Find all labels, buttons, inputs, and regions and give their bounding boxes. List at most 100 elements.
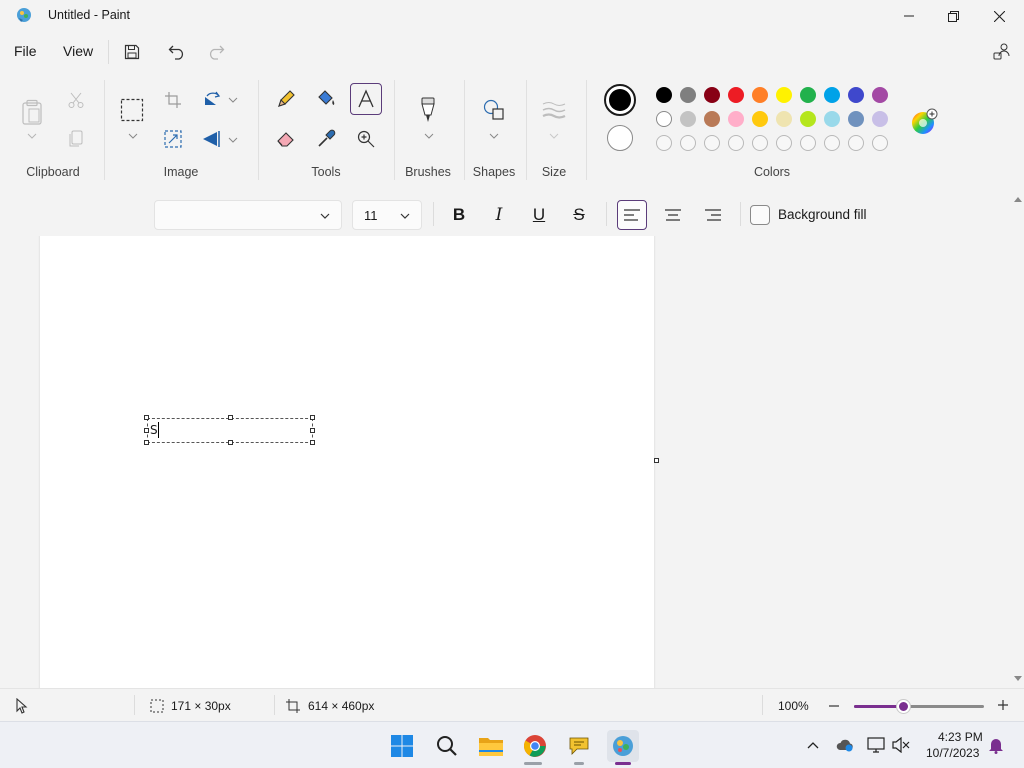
menu-file[interactable]: File [14, 43, 37, 59]
align-left-button[interactable] [617, 200, 647, 230]
vertical-scrollbar[interactable] [1012, 192, 1024, 688]
secondary-color-swatch[interactable] [607, 125, 633, 151]
network-button[interactable] [867, 736, 885, 754]
bold-button[interactable]: B [444, 200, 474, 230]
drawing-canvas[interactable]: S [40, 236, 654, 688]
resize-handle[interactable] [144, 415, 149, 420]
fill-tool[interactable] [314, 87, 338, 111]
shapes-button[interactable] [482, 98, 506, 122]
toolbar-divider [433, 202, 434, 226]
volume-button[interactable] [892, 736, 910, 754]
italic-button[interactable]: I [484, 200, 514, 230]
paint-taskbar-button[interactable] [607, 730, 639, 762]
start-button[interactable] [386, 730, 418, 762]
zoom-out-icon[interactable] [828, 701, 840, 711]
color-swatch[interactable] [680, 87, 696, 103]
color-swatch[interactable] [752, 87, 768, 103]
custom-color-slot[interactable] [824, 135, 840, 151]
undo-button[interactable] [165, 40, 189, 64]
custom-color-slot[interactable] [704, 135, 720, 151]
rotate-button[interactable] [200, 87, 224, 111]
resize-handle[interactable] [144, 428, 149, 433]
custom-color-slot[interactable] [680, 135, 696, 151]
zoom-level[interactable]: 100% [778, 699, 809, 713]
color-swatch[interactable] [752, 111, 768, 127]
select-button[interactable] [120, 98, 144, 122]
custom-color-slot[interactable] [800, 135, 816, 151]
color-swatch[interactable] [872, 111, 888, 127]
show-hidden-icons-button[interactable] [804, 736, 822, 754]
flip-button[interactable] [200, 127, 224, 151]
resize-handle[interactable] [310, 415, 315, 420]
color-swatch[interactable] [776, 111, 792, 127]
crop-button[interactable] [161, 88, 185, 112]
size-button[interactable] [542, 98, 566, 122]
save-button[interactable] [120, 40, 144, 64]
underline-button[interactable]: U [524, 200, 554, 230]
color-swatch[interactable] [680, 111, 696, 127]
strikethrough-button[interactable]: S [564, 200, 594, 230]
zoom-slider-thumb[interactable] [897, 700, 911, 713]
color-swatch[interactable] [656, 87, 672, 103]
color-swatch[interactable] [800, 111, 816, 127]
font-family-dropdown[interactable] [154, 200, 342, 230]
pencil-tool[interactable] [274, 87, 298, 111]
feedback-button[interactable] [563, 730, 595, 762]
text-tool[interactable] [350, 83, 382, 115]
custom-color-slot[interactable] [848, 135, 864, 151]
zoom-in-icon[interactable] [997, 699, 1009, 711]
primary-color-swatch[interactable] [604, 84, 636, 116]
custom-color-slot[interactable] [776, 135, 792, 151]
color-swatch[interactable] [848, 87, 864, 103]
resize-handle[interactable] [144, 440, 149, 445]
color-swatch[interactable] [704, 87, 720, 103]
resize-handle[interactable] [310, 428, 315, 433]
custom-color-slot[interactable] [656, 135, 672, 151]
color-swatch[interactable] [728, 87, 744, 103]
align-right-button[interactable] [698, 200, 728, 230]
menu-view[interactable]: View [63, 43, 93, 59]
eraser-tool[interactable] [274, 127, 298, 151]
custom-color-slot[interactable] [872, 135, 888, 151]
background-fill-checkbox[interactable] [750, 205, 770, 225]
canvas-resize-handle[interactable] [654, 458, 659, 463]
color-swatch[interactable] [776, 87, 792, 103]
edit-colors-button[interactable] [910, 108, 938, 136]
file-explorer-button[interactable] [475, 730, 507, 762]
redo-button[interactable] [204, 40, 228, 64]
color-swatch[interactable] [824, 87, 840, 103]
notifications-button[interactable] [987, 736, 1005, 754]
brushes-button[interactable] [416, 97, 440, 122]
restore-button[interactable] [930, 0, 976, 32]
color-swatch[interactable] [800, 87, 816, 103]
search-button[interactable] [431, 730, 463, 762]
color-swatch[interactable] [848, 111, 864, 127]
color-swatch[interactable] [656, 111, 672, 127]
onedrive-button[interactable] [836, 736, 854, 754]
custom-color-slot[interactable] [752, 135, 768, 151]
close-button[interactable] [976, 0, 1022, 32]
zoom-slider[interactable] [854, 700, 984, 713]
custom-color-slot[interactable] [728, 135, 744, 151]
font-size-dropdown[interactable]: 11 [352, 200, 422, 230]
minimize-button[interactable] [886, 0, 932, 32]
resize-handle[interactable] [228, 415, 233, 420]
align-center-button[interactable] [658, 200, 688, 230]
resize-handle[interactable] [228, 440, 233, 445]
color-swatch[interactable] [728, 111, 744, 127]
scroll-down-icon[interactable] [1014, 676, 1022, 682]
copy-button[interactable] [64, 127, 88, 151]
chrome-button[interactable] [519, 730, 551, 762]
text-box-content[interactable]: S [150, 423, 158, 437]
color-swatch[interactable] [704, 111, 720, 127]
cut-button[interactable] [64, 88, 88, 112]
account-share-button[interactable] [992, 41, 1016, 65]
resize-handle[interactable] [310, 440, 315, 445]
color-swatch[interactable] [824, 111, 840, 127]
color-picker-tool[interactable] [314, 127, 338, 151]
magnifier-tool[interactable] [354, 127, 378, 151]
paste-button[interactable] [20, 98, 44, 126]
scroll-up-icon[interactable] [1014, 196, 1022, 202]
color-swatch[interactable] [872, 87, 888, 103]
resize-button[interactable] [161, 127, 185, 151]
